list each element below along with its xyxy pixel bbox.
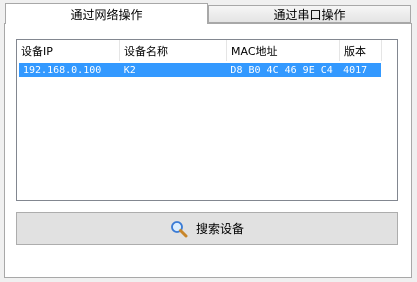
column-header-ip[interactable]: 设备IP bbox=[17, 40, 120, 61]
device-list[interactable]: 设备IP 设备名称 MAC地址 版本 192.168.0.100 K2 D8 B… bbox=[16, 39, 398, 201]
tab-network[interactable]: 通过网络操作 bbox=[5, 3, 208, 24]
list-header: 设备IP 设备名称 MAC地址 版本 bbox=[17, 40, 397, 61]
tab-serial[interactable]: 通过串口操作 bbox=[208, 5, 411, 23]
network-tab-panel: 设备IP 设备名称 MAC地址 版本 192.168.0.100 K2 D8 B… bbox=[4, 23, 412, 278]
search-device-button[interactable]: 搜索设备 bbox=[16, 212, 398, 245]
tab-network-label: 通过网络操作 bbox=[70, 7, 143, 22]
magnifier-icon bbox=[171, 220, 188, 237]
column-header-name[interactable]: 设备名称 bbox=[120, 40, 227, 61]
tab-serial-label: 通过串口操作 bbox=[273, 7, 346, 22]
cell-version: 4017 bbox=[343, 64, 368, 76]
cell-name: K2 bbox=[123, 64, 136, 76]
table-row[interactable]: 192.168.0.100 K2 D8 B0 4C 46 9E C4 4017 bbox=[19, 63, 381, 77]
search-device-label: 搜索设备 bbox=[195, 222, 244, 236]
cell-ip: 192.168.0.100 bbox=[23, 64, 102, 76]
column-header-mac[interactable]: MAC地址 bbox=[227, 40, 340, 61]
cell-mac: D8 B0 4C 46 9E C4 bbox=[230, 64, 333, 76]
column-header-version[interactable]: 版本 bbox=[340, 40, 382, 61]
